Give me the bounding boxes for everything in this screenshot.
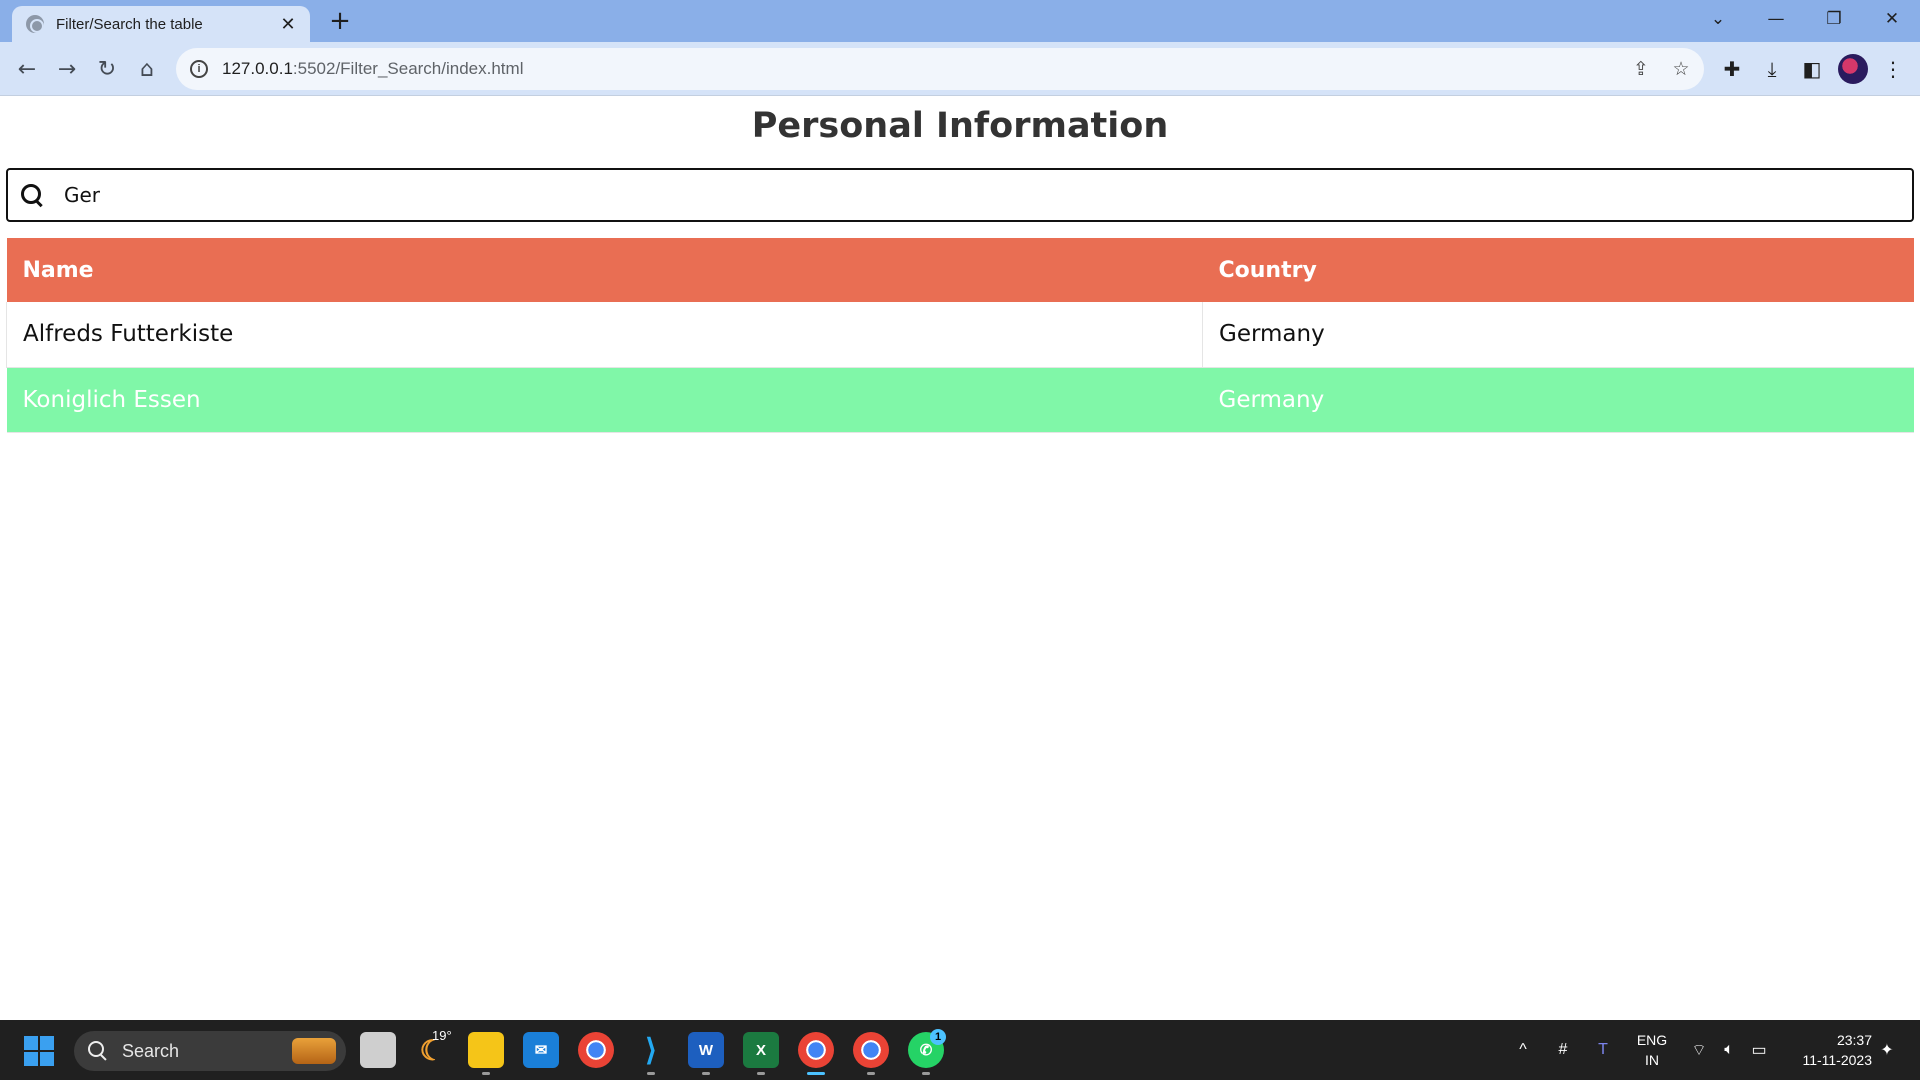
tab-search-chevron-icon[interactable]: ⌄	[1690, 0, 1746, 38]
download-icon[interactable]: ⤓	[1755, 52, 1789, 86]
word-icon[interactable]: W	[688, 1032, 724, 1068]
clock-time: 23:37	[1836, 1032, 1872, 1048]
side-panel-icon[interactable]: ◧	[1795, 52, 1829, 86]
running-indicator	[922, 1072, 930, 1075]
battery-icon[interactable]: ▭	[1746, 1020, 1772, 1080]
extensions-puzzle-icon[interactable]: ✚	[1715, 52, 1749, 86]
chrome-profile-2-icon[interactable]	[853, 1032, 889, 1068]
show-hidden-icons-chevron-icon[interactable]: ^	[1510, 1020, 1536, 1080]
column-header-name: Name	[6, 238, 1203, 302]
taskbar-search[interactable]: Search	[74, 1031, 346, 1071]
close-window-button[interactable]: ✕	[1864, 0, 1920, 38]
whatsapp-notification-badge: 1	[930, 1029, 946, 1045]
wifi-icon[interactable]: ⌔	[1686, 1020, 1712, 1080]
close-tab-icon[interactable]: ✕	[278, 14, 298, 35]
bookmark-star-icon[interactable]: ☆	[1664, 54, 1698, 84]
task-view-icon[interactable]	[360, 1032, 396, 1068]
browser-tab-strip: Filter/Search the table ✕ + ⌄ — ❐ ✕	[0, 0, 1920, 42]
home-icon[interactable]: ⌂	[130, 52, 164, 86]
cell-name: Koniglich Essen	[6, 367, 1203, 433]
tab-title: Filter/Search the table	[56, 15, 203, 33]
address-bar[interactable]: i 127.0.0.1:5502/Filter_Search/index.htm…	[176, 48, 1704, 90]
restore-button[interactable]: ❐	[1806, 0, 1862, 38]
table-header-row: Name Country	[6, 238, 1914, 302]
new-tab-button[interactable]: +	[325, 6, 355, 36]
more-menu-icon[interactable]: ⋮	[1876, 52, 1910, 86]
profile-avatar[interactable]	[1838, 54, 1868, 84]
url-host: 127.0.0.1	[222, 59, 293, 78]
search-icon	[88, 1041, 108, 1061]
language-code: ENG	[1636, 1032, 1668, 1048]
search-icon	[20, 183, 44, 207]
running-indicator	[867, 1072, 875, 1075]
cell-country: Germany	[1202, 302, 1914, 368]
globe-icon	[26, 15, 44, 33]
notifications-icon[interactable]: ✦	[1874, 1020, 1900, 1080]
teams-icon[interactable]: T	[1590, 1020, 1616, 1080]
vscode-icon[interactable]: ⟩	[633, 1032, 669, 1068]
running-indicator	[757, 1072, 765, 1075]
weather-temperature: 19°	[432, 1028, 452, 1043]
running-indicator	[647, 1072, 655, 1075]
system-clock[interactable]: 23:37 11-11-2023	[1780, 1030, 1872, 1070]
chrome-icon[interactable]	[578, 1032, 614, 1068]
chrome-profile-icon[interactable]	[798, 1032, 834, 1068]
table-row[interactable]: Koniglich Essen Germany	[6, 367, 1914, 433]
browser-toolbar: ← → ↻ ⌂ i 127.0.0.1:5502/Filter_Search/i…	[0, 42, 1920, 96]
minimize-button[interactable]: —	[1748, 0, 1804, 38]
volume-icon[interactable]: 🔈︎	[1716, 1020, 1742, 1080]
running-indicator	[482, 1072, 490, 1075]
search-input[interactable]	[64, 183, 1864, 207]
page-title: Personal Information	[751, 106, 1169, 146]
cell-name: Alfreds Futterkiste	[6, 302, 1203, 368]
forward-arrow-icon[interactable]: →	[50, 52, 84, 86]
browser-tab[interactable]: Filter/Search the table ✕	[12, 6, 310, 42]
column-header-country: Country	[1202, 238, 1914, 302]
search-highlight-icon	[292, 1038, 336, 1064]
reload-icon[interactable]: ↻	[90, 52, 124, 86]
web-page: Personal Information Name Country Alfred…	[0, 96, 1920, 1020]
table-row[interactable]: Alfreds Futterkiste Germany	[6, 302, 1914, 368]
share-icon[interactable]: ⇪	[1624, 54, 1658, 84]
windows-taskbar: Search ☾ 19° ✉ ⟩ W X ✆ 1 ^ # T ENG IN ⌔ …	[0, 1020, 1920, 1080]
mail-icon[interactable]: ✉	[523, 1032, 559, 1068]
file-explorer-icon[interactable]	[468, 1032, 504, 1068]
search-box[interactable]	[6, 168, 1914, 222]
site-info-icon[interactable]: i	[190, 60, 208, 78]
url-path: :5502/Filter_Search/index.html	[292, 59, 524, 78]
region-code: IN	[1645, 1052, 1659, 1068]
personal-info-table: Name Country Alfreds Futterkiste Germany…	[6, 238, 1914, 433]
language-indicator[interactable]: ENG IN	[1632, 1030, 1672, 1070]
cell-country: Germany	[1202, 367, 1914, 433]
active-window-indicator	[807, 1072, 825, 1075]
clock-date: 11-11-2023	[1802, 1052, 1872, 1068]
excel-icon[interactable]: X	[743, 1032, 779, 1068]
back-arrow-icon[interactable]: ←	[10, 52, 44, 86]
slack-icon[interactable]: #	[1550, 1020, 1576, 1080]
taskbar-search-label: Search	[122, 1040, 180, 1061]
windows-start-icon[interactable]	[24, 1036, 54, 1066]
running-indicator	[702, 1072, 710, 1075]
